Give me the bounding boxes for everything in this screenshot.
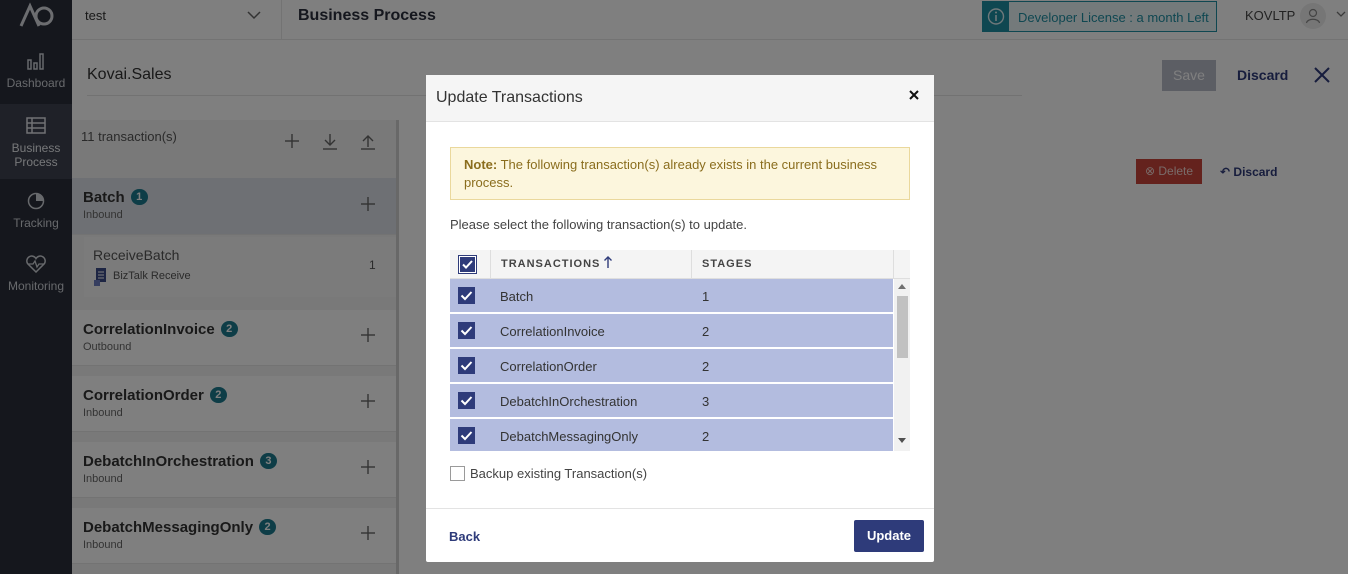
row-stage-count: 2 [702, 359, 710, 374]
row-transaction-name: Batch [500, 289, 534, 304]
dialog-title: Update Transactions [436, 89, 583, 106]
grid-scrollbar[interactable] [894, 279, 910, 451]
row-stage-count: 1 [702, 289, 710, 304]
row-transaction-name: DebatchInOrchestration [500, 394, 638, 409]
table-row[interactable]: CorrelationOrder 2 [450, 349, 893, 383]
dialog-header: Update Transactions [426, 75, 934, 122]
close-icon[interactable] [908, 89, 920, 101]
table-row[interactable]: DebatchMessagingOnly 2 [450, 419, 893, 451]
table-row[interactable]: CorrelationInvoice 2 [450, 314, 893, 348]
row-transaction-name: CorrelationInvoice [500, 324, 605, 339]
scroll-up-arrow-icon[interactable] [898, 283, 906, 289]
instruction-text: Please select the following transaction(… [450, 217, 748, 232]
column-divider [490, 250, 491, 279]
grid-body: Batch 1 CorrelationInvoice 2 Correlation… [450, 279, 893, 451]
column-header-transactions[interactable]: TRANSACTIONS [501, 258, 600, 270]
row-checkbox[interactable] [458, 392, 475, 409]
dialog-footer: Back Update [426, 508, 934, 562]
scroll-down-arrow-icon[interactable] [898, 438, 906, 444]
scrollbar-thumb[interactable] [897, 296, 908, 358]
grid-header: TRANSACTIONS STAGES [450, 250, 910, 279]
note-label: Note: [464, 157, 498, 172]
row-transaction-name: CorrelationOrder [500, 359, 597, 374]
column-divider [893, 250, 894, 279]
row-transaction-name: DebatchMessagingOnly [500, 429, 639, 444]
table-row[interactable]: Batch 1 [450, 279, 893, 313]
row-checkbox[interactable] [458, 427, 475, 444]
note-alert: Note: The following transaction(s) alrea… [450, 147, 910, 200]
backup-checkbox[interactable] [450, 466, 465, 481]
note-text: The following transaction(s) already exi… [464, 157, 878, 190]
update-button[interactable]: Update [854, 520, 924, 552]
column-header-stages[interactable]: STAGES [702, 258, 752, 270]
backup-label: Backup existing Transaction(s) [470, 466, 648, 481]
row-checkbox[interactable] [458, 322, 475, 339]
sort-ascending-icon[interactable] [603, 255, 613, 269]
row-stage-count: 2 [702, 429, 710, 444]
column-divider [691, 250, 692, 279]
table-row[interactable]: DebatchInOrchestration 3 [450, 384, 893, 418]
row-stage-count: 2 [702, 324, 710, 339]
select-all-checkbox[interactable] [458, 255, 477, 274]
update-transactions-dialog: Update Transactions Note: The following … [426, 75, 934, 562]
back-button[interactable]: Back [449, 529, 480, 544]
row-checkbox[interactable] [458, 357, 475, 374]
row-stage-count: 3 [702, 394, 710, 409]
transactions-grid: TRANSACTIONS STAGES Batch 1 CorrelationI… [450, 250, 910, 451]
row-checkbox[interactable] [458, 287, 475, 304]
